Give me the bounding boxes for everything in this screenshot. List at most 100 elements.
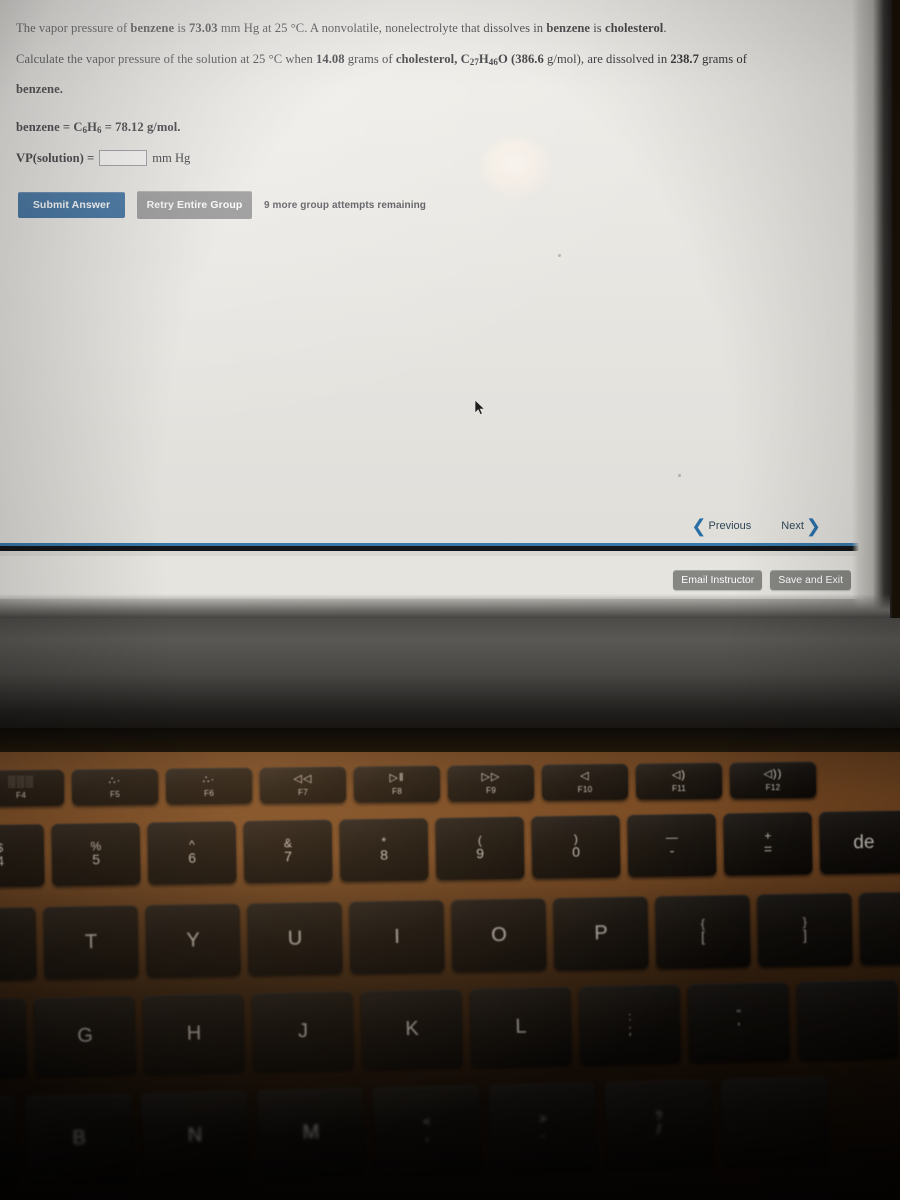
key-de[interactable]: de — [819, 810, 900, 874]
key-legend: 0 — [572, 843, 581, 861]
key-[interactable]: {[ — [655, 894, 751, 969]
key-p[interactable]: P — [553, 896, 649, 971]
key-f8[interactable]: ▷‖ F8 — [353, 765, 441, 803]
key-4[interactable]: $4 — [0, 824, 45, 888]
question-line-3: benzene. — [16, 80, 816, 100]
key-r[interactable]: R — [0, 907, 37, 981]
q2-mass-benzene: 238.7 — [670, 51, 699, 66]
dust-speck — [678, 474, 681, 477]
vp-solution-input[interactable] — [99, 150, 148, 167]
key-[interactable]: :; — [579, 984, 681, 1065]
key-f6[interactable]: ∴· F6 — [165, 767, 253, 805]
key-v[interactable]: V — [0, 1096, 18, 1186]
q2-formula-h: H — [478, 51, 489, 66]
key-blank[interactable] — [720, 1076, 829, 1166]
key-n[interactable]: N — [141, 1090, 250, 1180]
key-blank[interactable] — [797, 979, 899, 1060]
q2-formula-sub-46: 46 — [488, 56, 498, 67]
key-o[interactable]: O — [451, 898, 547, 972]
email-instructor-button[interactable]: Email Instructor — [673, 570, 763, 590]
key-legend: de — [853, 831, 875, 853]
key-g[interactable]: G — [34, 995, 136, 1076]
key-k[interactable]: K — [361, 988, 463, 1070]
next-label: Next — [781, 520, 804, 532]
key-legend: T — [84, 931, 98, 954]
key-[interactable]: + = — [723, 812, 813, 876]
key-f4[interactable]: ░░░ F4 — [0, 769, 65, 807]
key-i[interactable]: I — [349, 900, 445, 974]
retry-entire-group-button[interactable]: Retry Entire Group — [137, 191, 252, 219]
key-l[interactable]: L — [470, 986, 572, 1067]
q1-seg-mid2: mm Hg at 25 °C. A nonvolatile, nonelectr… — [217, 21, 547, 35]
key-[interactable]: — - — [627, 813, 717, 877]
browser-viewport: Use the References to access important v… — [0, 0, 866, 599]
key-[interactable]: ? / — [604, 1079, 713, 1169]
key-legend: 7 — [284, 848, 293, 865]
keyboard-number-row: $4% 5 ^ 6 & 7 * 8(9) 0— - + = de — [0, 810, 900, 888]
keyboard-function-row: ░░░ F4 ∴· F5 ∴· F6 ◁◁ F7 ▷‖ F8 ▷▷ F9 ◁ F10 ◁) F11 ◁)) F12 — [0, 761, 817, 807]
previous-question-button[interactable]: ❮ Previous — [691, 517, 751, 535]
fn-key-label: F8 — [392, 786, 403, 796]
key-legend: ] — [802, 927, 808, 944]
key-blank[interactable] — [859, 891, 900, 965]
brightness-up-icon: ∴· — [202, 773, 216, 786]
key-h[interactable]: H — [143, 993, 245, 1074]
key-legend: H — [186, 1022, 202, 1045]
save-and-exit-button[interactable]: Save and Exit — [770, 570, 851, 590]
key-9[interactable]: (9 — [435, 816, 525, 880]
key-f12[interactable]: ◁)) F12 — [729, 761, 817, 799]
next-question-button[interactable]: Next ❯ — [781, 517, 821, 535]
laptop-keyboard: ░░░ F4 ∴· F5 ∴· F6 ◁◁ F7 ▷‖ F8 ▷▷ F9 ◁ F10 ◁) F11 ◁)) F12… — [0, 752, 900, 1200]
key-6[interactable]: ^ 6 — [147, 821, 237, 885]
q2-seg-pre: Calculate the vapor pressure of the solu… — [16, 51, 317, 66]
previous-label: Previous — [708, 520, 752, 532]
key-8[interactable]: * 8 — [339, 818, 429, 882]
dust-speck — [558, 254, 561, 257]
q1-seg-mid3: is — [590, 21, 605, 35]
q2-molar-mass: 386.6 — [515, 51, 544, 66]
mute-icon: ◁ — [580, 769, 590, 782]
key-legend: / — [656, 1121, 662, 1138]
play-pause-icon: ▷‖ — [389, 771, 405, 784]
key-legend: . — [540, 1123, 546, 1141]
key-b[interactable]: B — [25, 1093, 134, 1183]
key-f5[interactable]: ∴· F5 — [71, 768, 159, 806]
key-j[interactable]: J — [252, 991, 354, 1072]
key-0[interactable]: ) 0 — [531, 815, 621, 879]
key-[interactable]: >. — [488, 1082, 597, 1172]
key-legend: K — [405, 1017, 419, 1041]
q1-benzene-1: benzene — [130, 21, 175, 35]
key-f11[interactable]: ◁) F11 — [635, 762, 723, 800]
key-[interactable]: }] — [757, 892, 853, 967]
key-7[interactable]: & 7 — [243, 819, 333, 883]
key-legend: = — [763, 840, 773, 858]
q2-seg-mid5: g/mol), are dissolved in — [543, 51, 671, 66]
key-t[interactable]: T — [43, 905, 139, 980]
key-legend: 6 — [188, 850, 197, 867]
key-f10[interactable]: ◁ F10 — [541, 763, 629, 801]
key-f9[interactable]: ▷▷ F9 — [447, 764, 535, 802]
answer-units: mm Hg — [152, 150, 191, 165]
key-legend: 5 — [92, 851, 101, 868]
key-m[interactable]: M — [256, 1088, 366, 1177]
laptop-deck: Cengage Learning|Cengage Technical Suppo… — [0, 618, 900, 738]
question-line-1: The vapor pressure of benzene is 73.03 m… — [16, 19, 816, 39]
q2-formula-c: , C — [454, 51, 470, 66]
q3-benzene: benzene. — [16, 82, 63, 97]
key-y[interactable]: Y — [145, 903, 241, 978]
key-f[interactable]: F — [0, 998, 27, 1079]
q2-formula-sub-27: 27 — [469, 56, 479, 67]
key-5[interactable]: % 5 — [51, 822, 141, 886]
key-[interactable]: <, — [372, 1085, 482, 1174]
question-navigation: ❮ Previous Next ❯ — [691, 517, 821, 535]
q2-formula-o: O ( — [497, 51, 516, 66]
key-u[interactable]: U — [247, 901, 343, 976]
answer-label: VP(solution) = — [16, 150, 95, 165]
key-f7[interactable]: ◁◁ F7 — [259, 766, 347, 804]
submit-answer-button[interactable]: Submit Answer — [18, 192, 125, 218]
screen-glare-reflection — [482, 138, 552, 198]
answer-row: VP(solution) = mm Hg — [16, 150, 816, 167]
fn-key-label: F11 — [671, 783, 687, 793]
key-[interactable]: " ' — [688, 982, 790, 1063]
fn-key-label: F4 — [16, 790, 27, 800]
